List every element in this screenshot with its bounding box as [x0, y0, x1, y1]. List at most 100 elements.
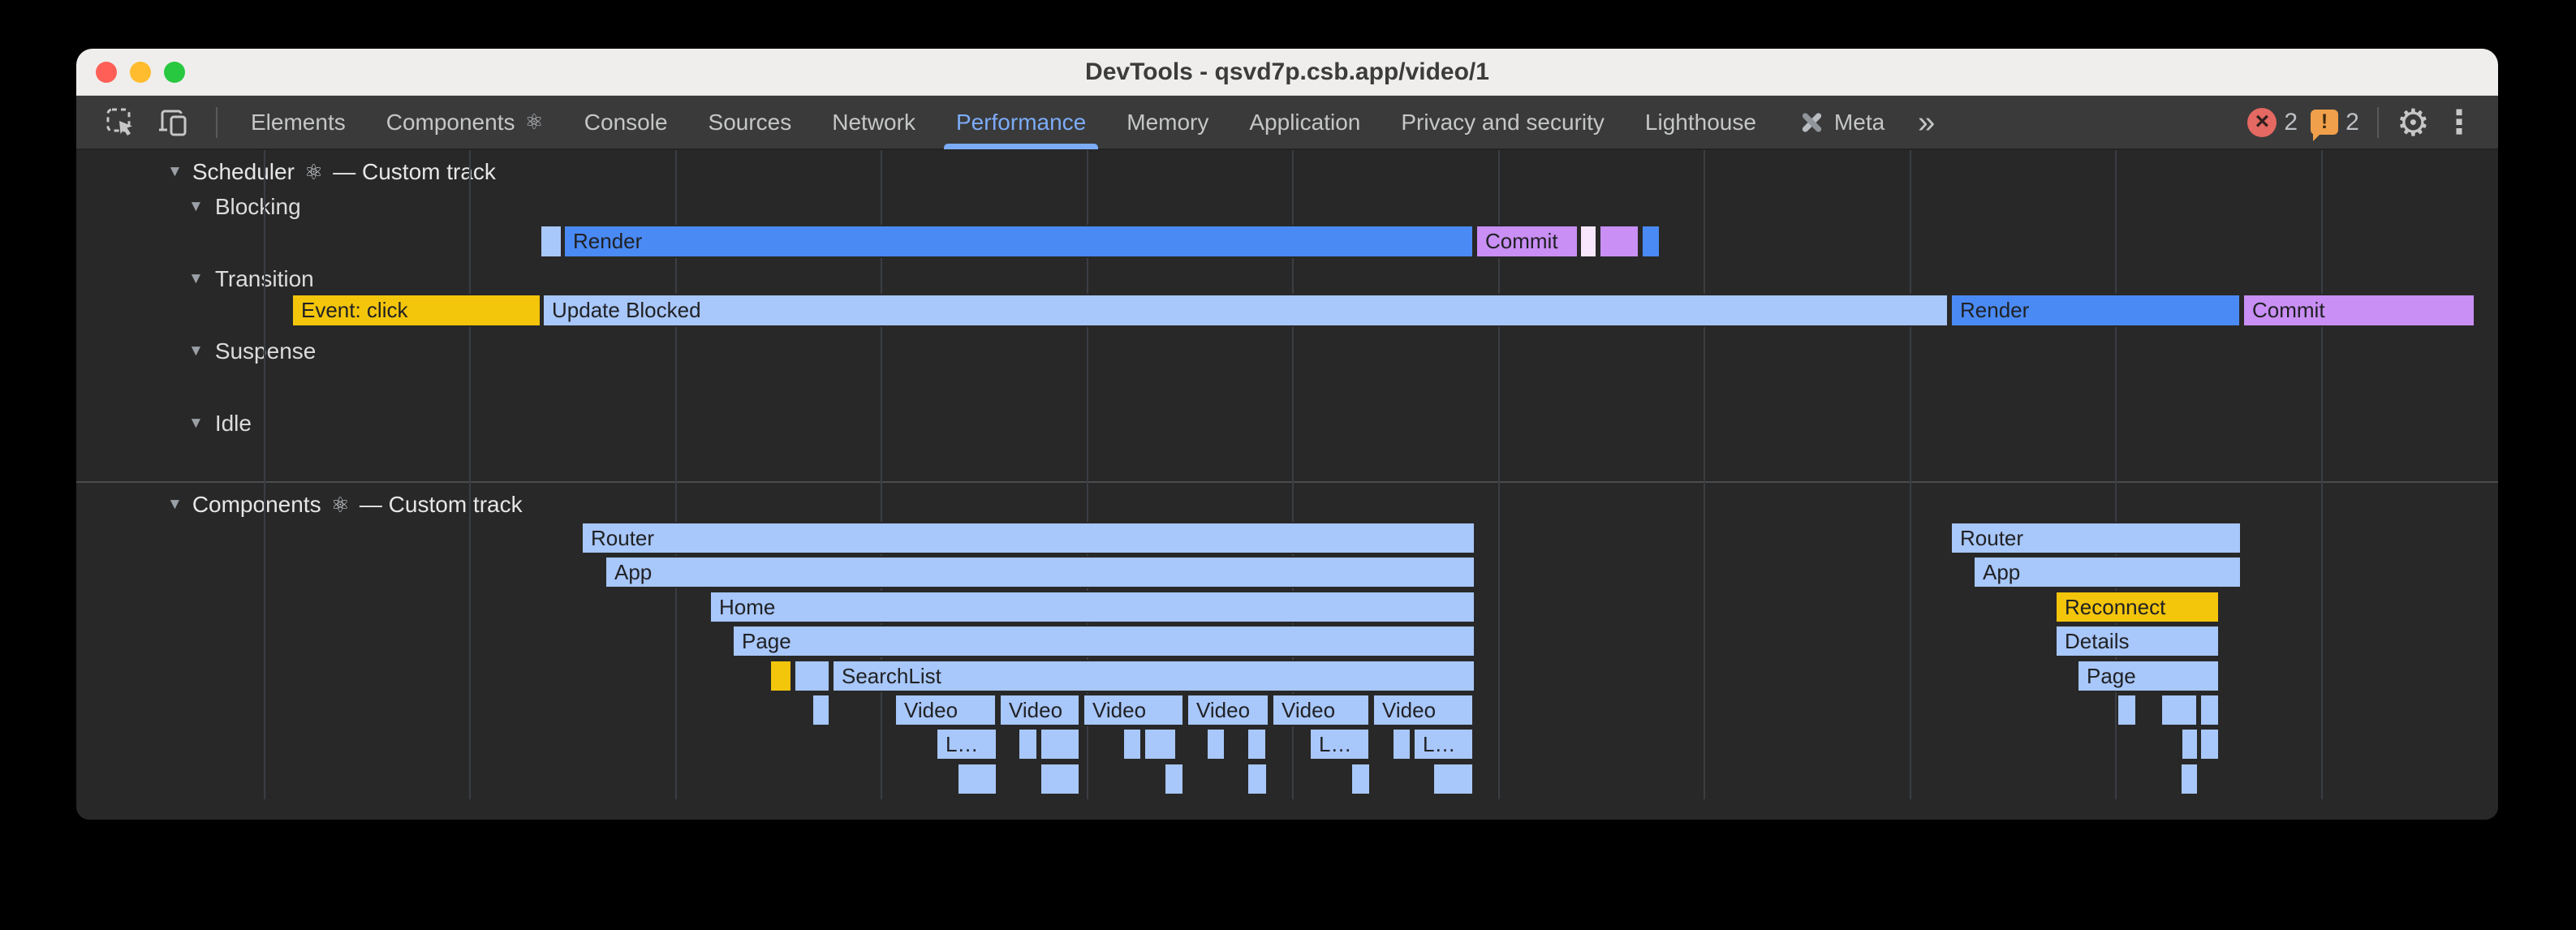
toolbar-divider-right	[2377, 107, 2379, 138]
flame-bar[interactable]	[1641, 225, 1661, 258]
flame-bar[interactable]	[1247, 728, 1267, 760]
tab-label: Performance	[956, 110, 1086, 136]
flame-bar-app[interactable]: App	[1973, 556, 2242, 588]
react-atom-icon: ⚛	[331, 493, 350, 518]
flame-bar-home[interactable]: Home	[709, 591, 1475, 623]
flame-bar[interactable]	[769, 660, 792, 692]
tab-label: Console	[584, 110, 668, 136]
collapse-triangle-icon: ▼	[188, 415, 204, 433]
flame-bar-event-click[interactable]: Event: click	[291, 294, 541, 327]
flame-bar[interactable]	[794, 660, 830, 692]
titlebar[interactable]: DevTools - qsvd7p.csb.app/video/1	[76, 49, 2498, 96]
collapse-triangle-icon: ▼	[188, 270, 204, 288]
flame-bar-video[interactable]: Video	[999, 694, 1080, 726]
flame-bar[interactable]	[1018, 728, 1038, 760]
flame-bar[interactable]	[1040, 728, 1080, 760]
flame-bar[interactable]	[1206, 728, 1226, 760]
console-errors-badge[interactable]: × 2	[2247, 108, 2298, 137]
gridline	[1910, 150, 1911, 799]
flame-bar-render[interactable]: Render	[563, 225, 1474, 258]
scheduler-track-suffix: — Custom track	[333, 159, 496, 185]
lane-suspense[interactable]: ▼ Suspense	[188, 338, 316, 364]
kebab-menu-icon[interactable]: ⋮	[2443, 106, 2475, 139]
flame-bar-details[interactable]: Details	[2055, 625, 2220, 657]
gridline	[1704, 150, 1705, 799]
performance-panel: ▼ Scheduler ⚛ — Custom track ▼ Blocking …	[76, 150, 2498, 820]
device-toolbar-icon[interactable]	[157, 107, 190, 138]
tab-sources[interactable]: Sources	[688, 95, 812, 149]
tab-application[interactable]: Application	[1229, 95, 1381, 149]
flame-bar-l[interactable]: L…	[1309, 728, 1370, 760]
gridline	[2321, 150, 2323, 799]
flame-bar[interactable]	[2180, 763, 2199, 795]
flame-bar-l[interactable]: L…	[1413, 728, 1474, 760]
flame-bar-router[interactable]: Router	[581, 522, 1475, 554]
flame-bar-commit[interactable]: Commit	[2242, 294, 2475, 327]
flame-bar[interactable]	[2199, 694, 2220, 726]
tab-console[interactable]: Console	[564, 95, 688, 149]
more-tabs-button[interactable]: »	[1905, 98, 1948, 147]
lane-transition[interactable]: ▼ Transition	[188, 266, 314, 292]
components-track-title: Components	[192, 492, 321, 518]
flame-bar[interactable]	[1144, 728, 1177, 760]
react-atom-icon: ⚛	[524, 110, 543, 135]
tab-elements[interactable]: Elements	[230, 95, 366, 149]
flame-bar-searchlist[interactable]: SearchList	[832, 660, 1475, 692]
flame-bar[interactable]	[1579, 225, 1597, 258]
flame-bar[interactable]	[1122, 728, 1142, 760]
flame-bar-l[interactable]: L…	[936, 728, 997, 760]
flame-bar[interactable]	[1164, 763, 1184, 795]
flame-bar[interactable]	[812, 694, 830, 726]
tab-components[interactable]: Components ⚛	[366, 95, 564, 149]
flame-bar-video[interactable]: Video	[1083, 694, 1184, 726]
flame-bar[interactable]	[1247, 763, 1268, 795]
scheduler-track-header[interactable]: ▼ Scheduler ⚛ — Custom track	[167, 159, 496, 185]
flame-bar-render[interactable]: Render	[1950, 294, 2241, 327]
flame-bar-video[interactable]: Video	[894, 694, 997, 726]
flame-bar[interactable]	[2181, 728, 2199, 760]
flame-bar[interactable]	[1040, 763, 1080, 795]
tab-label: Network	[832, 110, 915, 136]
flame-bar-router[interactable]: Router	[1950, 522, 2242, 554]
tab-memory[interactable]: Memory	[1106, 95, 1229, 149]
tab-performance[interactable]: Performance	[936, 95, 1106, 149]
tab-label: Sources	[709, 110, 792, 136]
flame-bar-update-blocked[interactable]: Update Blocked	[542, 294, 1949, 327]
flame-bar-page[interactable]: Page	[2077, 660, 2220, 692]
lane-label: Blocking	[215, 194, 301, 220]
flame-bar-app[interactable]: App	[605, 556, 1475, 588]
inspect-element-icon[interactable]	[106, 107, 136, 138]
tab-meta[interactable]: Meta	[1777, 95, 1905, 149]
flame-bar[interactable]	[1350, 763, 1371, 795]
flame-bar[interactable]	[1599, 225, 1639, 258]
tab-label: Lighthouse	[1645, 110, 1756, 136]
flame-bar-video[interactable]: Video	[1272, 694, 1370, 726]
tab-label: Components	[386, 110, 515, 136]
window-title: DevTools - qsvd7p.csb.app/video/1	[76, 49, 2498, 96]
settings-gear-icon[interactable]: ⚙	[2397, 104, 2430, 141]
tab-network[interactable]: Network	[812, 95, 936, 149]
collapse-triangle-icon: ▼	[188, 198, 204, 216]
collapse-triangle-icon: ▼	[167, 163, 183, 181]
lane-idle[interactable]: ▼ Idle	[188, 411, 252, 437]
flame-bar[interactable]	[540, 225, 562, 258]
issues-count: 2	[2346, 109, 2359, 136]
tab-lighthouse[interactable]: Lighthouse	[1625, 95, 1777, 149]
issues-badge[interactable]: ! 2	[2311, 109, 2359, 136]
lane-label: Suspense	[215, 338, 317, 364]
flame-bar[interactable]	[1432, 763, 1474, 795]
flame-bar-page[interactable]: Page	[732, 625, 1475, 657]
flame-bar[interactable]	[1392, 728, 1411, 760]
flame-bar[interactable]	[957, 763, 997, 795]
flame-bar-video[interactable]: Video	[1372, 694, 1474, 726]
lane-blocking[interactable]: ▼ Blocking	[188, 194, 301, 220]
flame-bar[interactable]	[2160, 694, 2198, 726]
flame-bar[interactable]	[2199, 728, 2220, 760]
flame-bar-reconnect[interactable]: Reconnect	[2055, 591, 2220, 623]
tab-privacy-and-security[interactable]: Privacy and security	[1381, 95, 1625, 149]
flame-bar[interactable]	[2117, 694, 2137, 726]
flame-bar-commit[interactable]: Commit	[1475, 225, 1579, 258]
react-atom-icon: ⚛	[304, 160, 323, 185]
devtools-toolbar: Elements Components ⚛ Console Sources Network…	[76, 96, 2498, 150]
flame-bar-video[interactable]: Video	[1187, 694, 1269, 726]
